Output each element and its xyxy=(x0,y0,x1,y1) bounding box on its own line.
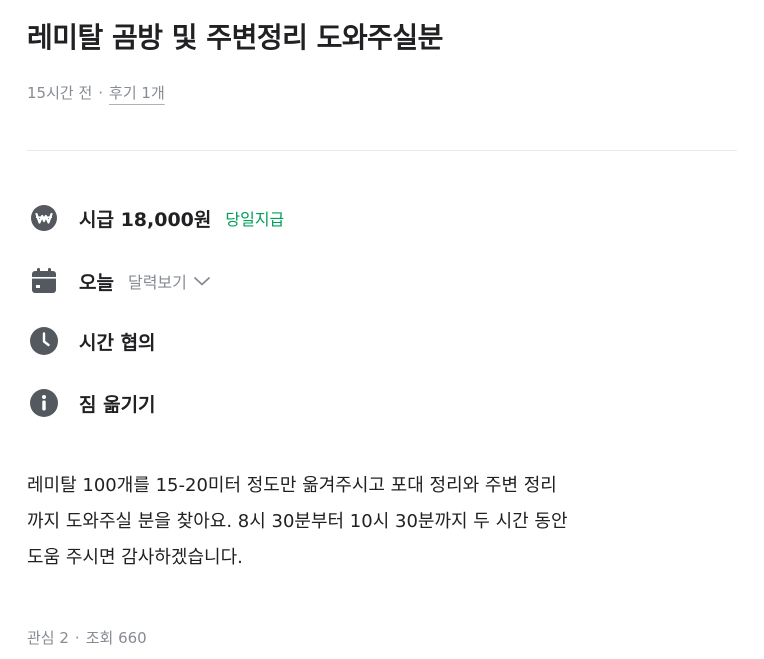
clock-icon xyxy=(27,324,61,358)
date-text: 오늘 xyxy=(79,271,114,294)
same-day-pay-badge: 당일지급 xyxy=(225,210,285,229)
divider xyxy=(27,150,737,151)
description-line: 레미탈 100개를 15-20미터 정도만 옮겨주시고 포대 정리와 주변 정리 xyxy=(27,475,557,496)
info-icon xyxy=(27,386,61,420)
calendar-link-label: 달력보기 xyxy=(127,273,187,292)
post-description: 레미탈 100개를 15-20미터 정도만 옮겨주시고 포대 정리와 주변 정리… xyxy=(27,468,739,576)
meta-separator: · xyxy=(98,84,104,102)
view-count: 조회 660 xyxy=(85,629,147,647)
chevron-down-icon xyxy=(193,277,210,286)
post-title: 레미탈 곰방 및 주변정리 도와주실분 xyxy=(27,21,443,54)
wage-text: 시급 18,000원 xyxy=(79,208,212,231)
post-stats: 관심 2 · 조회 660 xyxy=(27,627,147,648)
time-text: 시간 협의 xyxy=(79,331,156,354)
wage-row: 시급 18,000원 당일지급 xyxy=(27,200,284,236)
job-type-row: 짐 옮기기 xyxy=(27,385,156,421)
calendar-icon xyxy=(27,264,61,298)
time-row: 시간 협의 xyxy=(27,323,156,359)
job-type-text: 짐 옮기기 xyxy=(79,393,156,416)
review-count-link[interactable]: 후기 1개 xyxy=(109,84,165,102)
interest-count: 관심 2 xyxy=(27,629,69,647)
stats-separator: · xyxy=(74,629,80,647)
date-row: 오늘 달력보기 xyxy=(27,263,211,299)
description-line: 도움 주시면 감사하겠습니다. xyxy=(27,547,243,568)
won-coin-icon xyxy=(27,201,61,235)
posted-time: 15시간 전 xyxy=(27,84,93,102)
description-line: 까지 도와주실 분을 찾아요. 8시 30분부터 10시 30분까지 두 시간 … xyxy=(27,511,568,532)
calendar-link[interactable]: 달력보기 xyxy=(128,269,211,293)
post-meta: 15시간 전 · 후기 1개 xyxy=(27,82,165,103)
